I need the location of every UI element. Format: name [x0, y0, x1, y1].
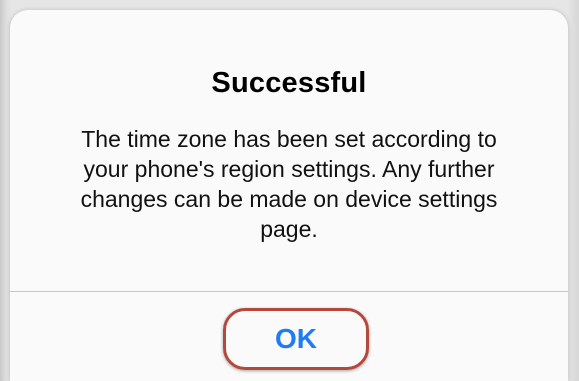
alert-message: The time zone has been set according to … — [80, 126, 498, 242]
alert-dialog: Successful The time zone has been set ac… — [10, 10, 568, 381]
ok-button-label: OK — [275, 323, 317, 354]
alert-divider — [10, 291, 568, 292]
ok-button[interactable]: OK — [223, 308, 369, 370]
alert-title: Successful — [211, 67, 367, 99]
screen-background: Successful The time zone has been set ac… — [0, 0, 579, 381]
